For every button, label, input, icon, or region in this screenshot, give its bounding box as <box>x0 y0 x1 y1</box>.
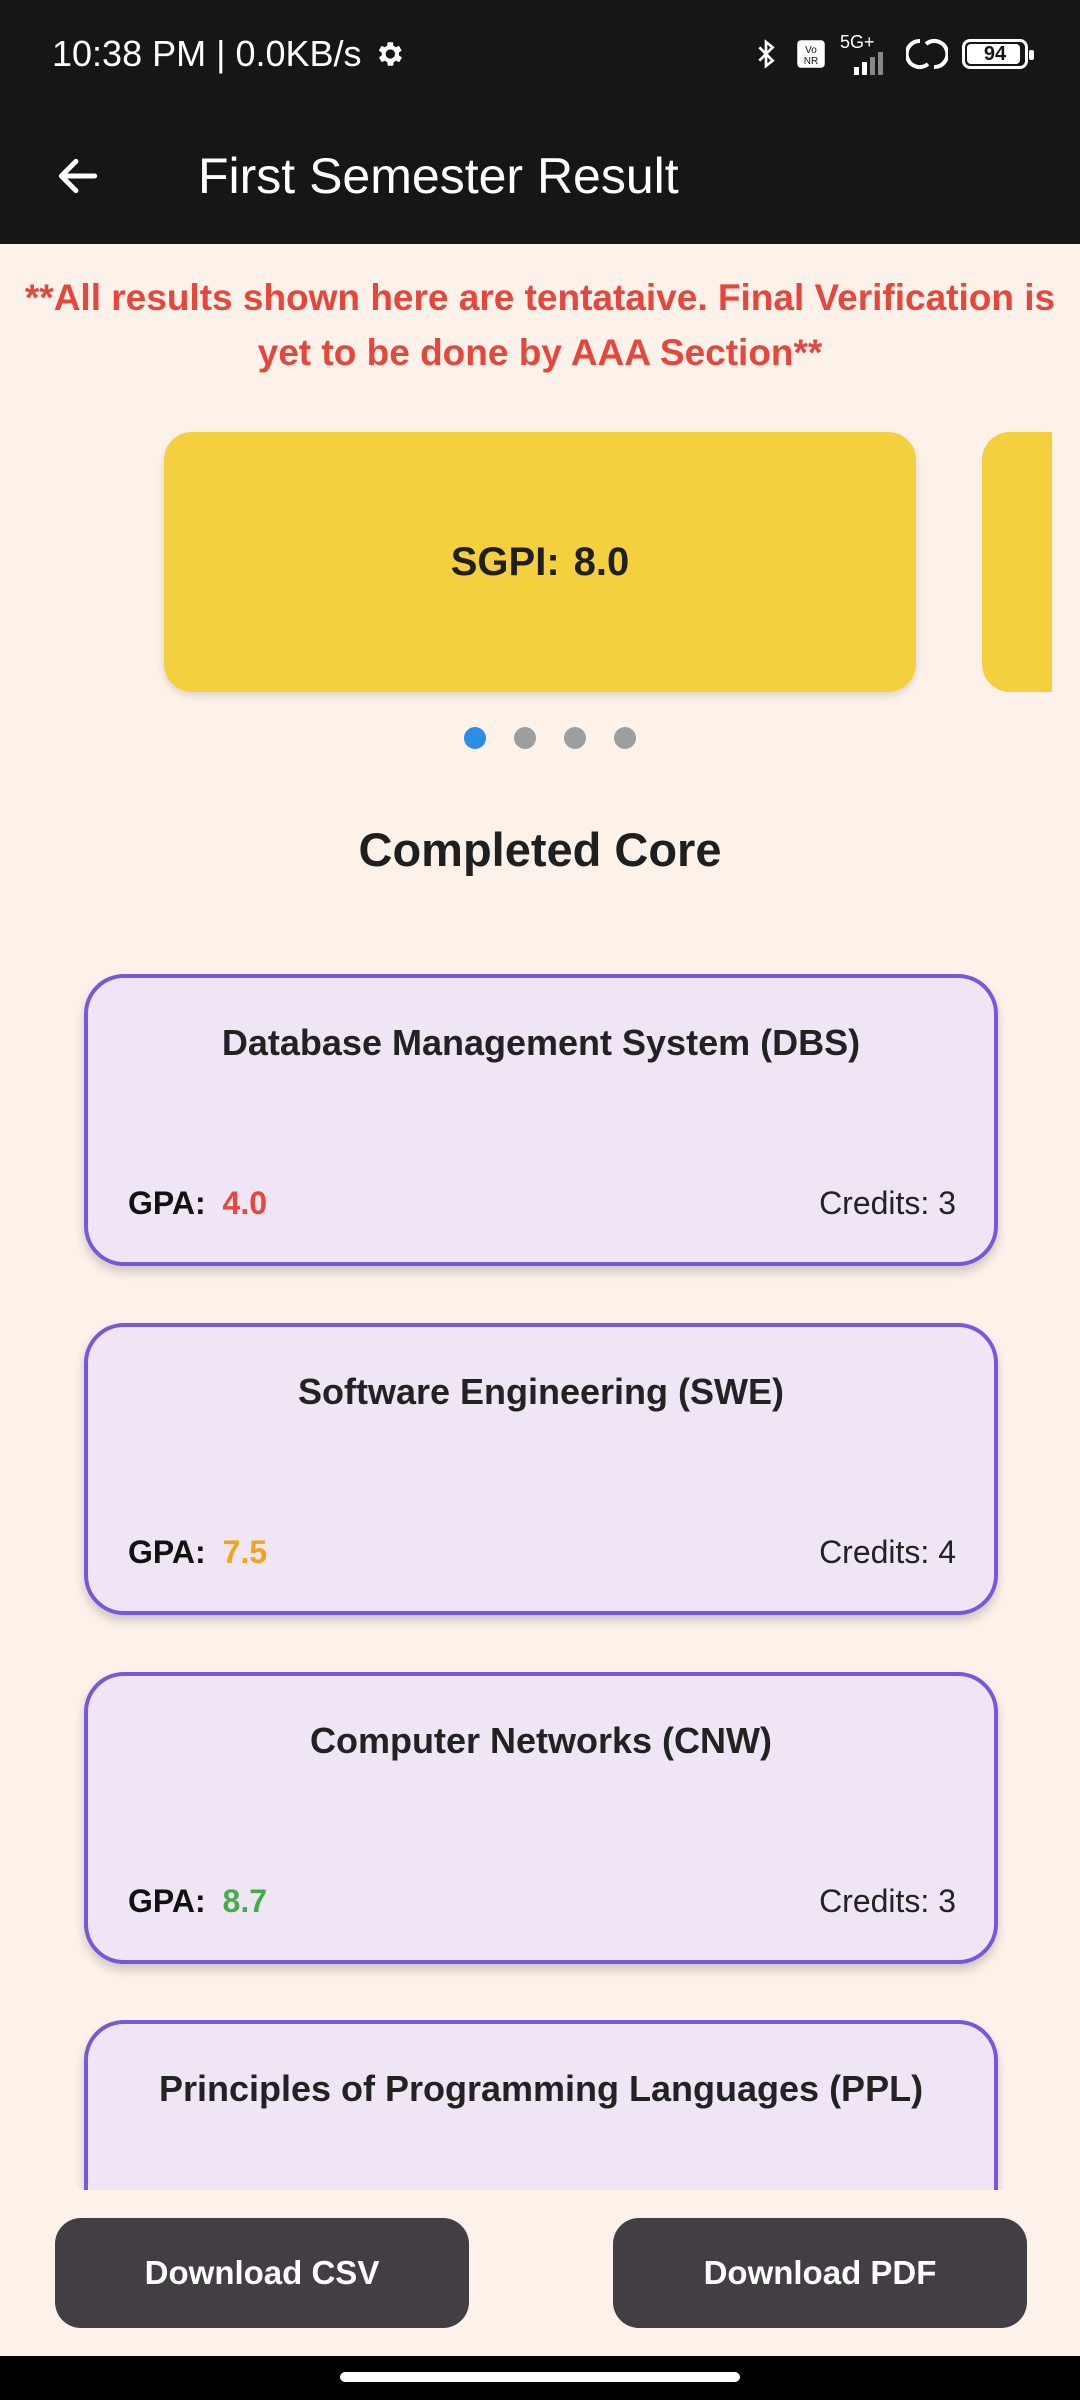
gpa-row: GPA: 4.0 <box>128 1185 267 1222</box>
course-name: Computer Networks (CNW) <box>309 1720 772 1761</box>
sgpi-card[interactable]: SGPI: 8.0 <box>164 432 916 692</box>
carousel-dot[interactable] <box>464 727 486 749</box>
page-title: First Semester Result <box>198 148 679 204</box>
arrow-left-icon <box>58 158 98 194</box>
tentative-warning: **All results shown here are tentataive.… <box>24 277 1056 373</box>
app-bar: First Semester Result <box>0 108 1080 244</box>
svg-text:NR: NR <box>804 56 818 67</box>
gpa-label: GPA: <box>128 1883 206 1919</box>
gpa-label: GPA: <box>128 1534 206 1570</box>
back-button[interactable] <box>38 136 118 216</box>
battery-level: 94 <box>983 42 1007 65</box>
network-type: 5G+ <box>840 32 875 52</box>
course-card[interactable]: Software Engineering (SWE) GPA: 7.5 Cred… <box>84 1323 998 1615</box>
section-title: Completed Core <box>358 823 722 876</box>
volte-icon: Vo NR <box>796 39 826 69</box>
course-name: Software Engineering (SWE) <box>297 1371 785 1412</box>
course-card[interactable]: Database Management System (DBS) GPA: 4.… <box>84 974 998 1266</box>
credits-label: Credits: 3 <box>819 1185 956 1221</box>
download-csv-button[interactable]: Download CSV <box>55 2218 469 2328</box>
sgpi-value: 8.0 <box>573 539 630 584</box>
course-card[interactable]: Principles of Programming Languages (PPL… <box>84 2020 998 2190</box>
next-card-peek[interactable] <box>982 432 1052 692</box>
gpa-value: 4.0 <box>222 1185 267 1221</box>
gpa-label: GPA: <box>128 1185 206 1221</box>
credits-label: Credits: 4 <box>819 1534 956 1570</box>
bluetooth-icon <box>750 36 782 72</box>
result-carousel[interactable]: SGPI: 8.0 <box>0 432 1080 692</box>
carousel-dot[interactable] <box>614 727 636 749</box>
gpa-value: 7.5 <box>222 1534 267 1570</box>
system-nav-bar <box>0 2356 1080 2400</box>
carousel-dot[interactable] <box>564 727 586 749</box>
gear-icon <box>372 37 406 71</box>
gpa-row: GPA: 7.5 <box>128 1534 267 1571</box>
svg-text:Vo: Vo <box>805 45 817 56</box>
status-left: 10:38 PM | 0.0KB/s <box>52 33 406 75</box>
battery-icon: 94 <box>962 39 1034 69</box>
data-saver-icon <box>906 37 948 71</box>
status-bar: 10:38 PM | 0.0KB/s Vo NR 5G+ 94 <box>0 0 1080 108</box>
sgpi-label: SGPI: <box>450 539 560 584</box>
home-indicator[interactable] <box>340 2372 740 2382</box>
carousel-dot[interactable] <box>514 727 536 749</box>
bottom-actions: Download CSV Download PDF <box>0 2190 1080 2356</box>
download-pdf-button[interactable]: Download PDF <box>613 2218 1027 2328</box>
course-card[interactable]: Computer Networks (CNW) GPA: 8.7 Credits… <box>84 1672 998 1964</box>
gpa-value: 8.7 <box>222 1883 267 1919</box>
credits-label: Credits: 3 <box>819 1883 956 1919</box>
status-time-speed: 10:38 PM | 0.0KB/s <box>52 33 362 74</box>
gpa-row: GPA: 8.7 <box>128 1883 267 1920</box>
carousel-indicator <box>0 727 1080 749</box>
course-card-clip: Principles of Programming Languages (PPL… <box>0 2020 1080 2190</box>
course-name: Database Management System (DBS) <box>221 1022 861 1063</box>
course-name: Principles of Programming Languages (PPL… <box>158 2068 924 2109</box>
signal-icon: 5G+ <box>840 33 892 75</box>
status-right: Vo NR 5G+ 94 <box>750 33 1034 75</box>
